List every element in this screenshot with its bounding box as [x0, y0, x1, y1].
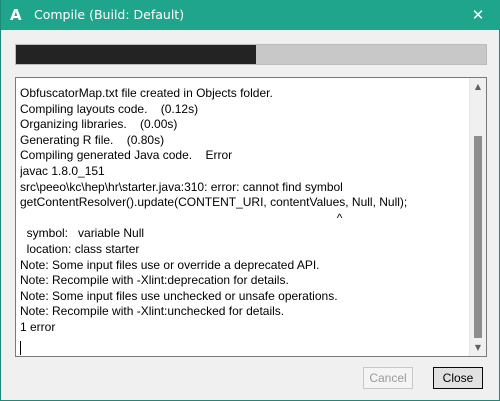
scroll-down-arrow-icon[interactable]: ▼	[470, 339, 486, 356]
vertical-scrollbar[interactable]: ▲ ▼	[469, 78, 486, 356]
close-button[interactable]: Close	[433, 367, 483, 389]
app-logo-icon: A	[10, 6, 22, 24]
compile-log-text: ObfuscatorMap.txt file created in Object…	[20, 86, 408, 334]
cancel-button[interactable]: Cancel	[363, 367, 413, 389]
compile-log-textarea[interactable]: ObfuscatorMap.txt file created in Object…	[15, 77, 487, 357]
compile-progress-bar	[15, 44, 487, 65]
scrollbar-thumb[interactable]	[474, 136, 482, 338]
scroll-up-arrow-icon[interactable]: ▲	[470, 78, 486, 95]
text-caret	[20, 341, 21, 355]
progress-fill	[16, 45, 256, 64]
compile-dialog: A Compile (Build: Default) ✕ ObfuscatorM…	[0, 0, 500, 401]
window-title: Compile (Build: Default)	[34, 7, 185, 22]
close-icon[interactable]: ✕	[455, 0, 500, 30]
title-bar[interactable]: A Compile (Build: Default) ✕	[1, 0, 500, 30]
